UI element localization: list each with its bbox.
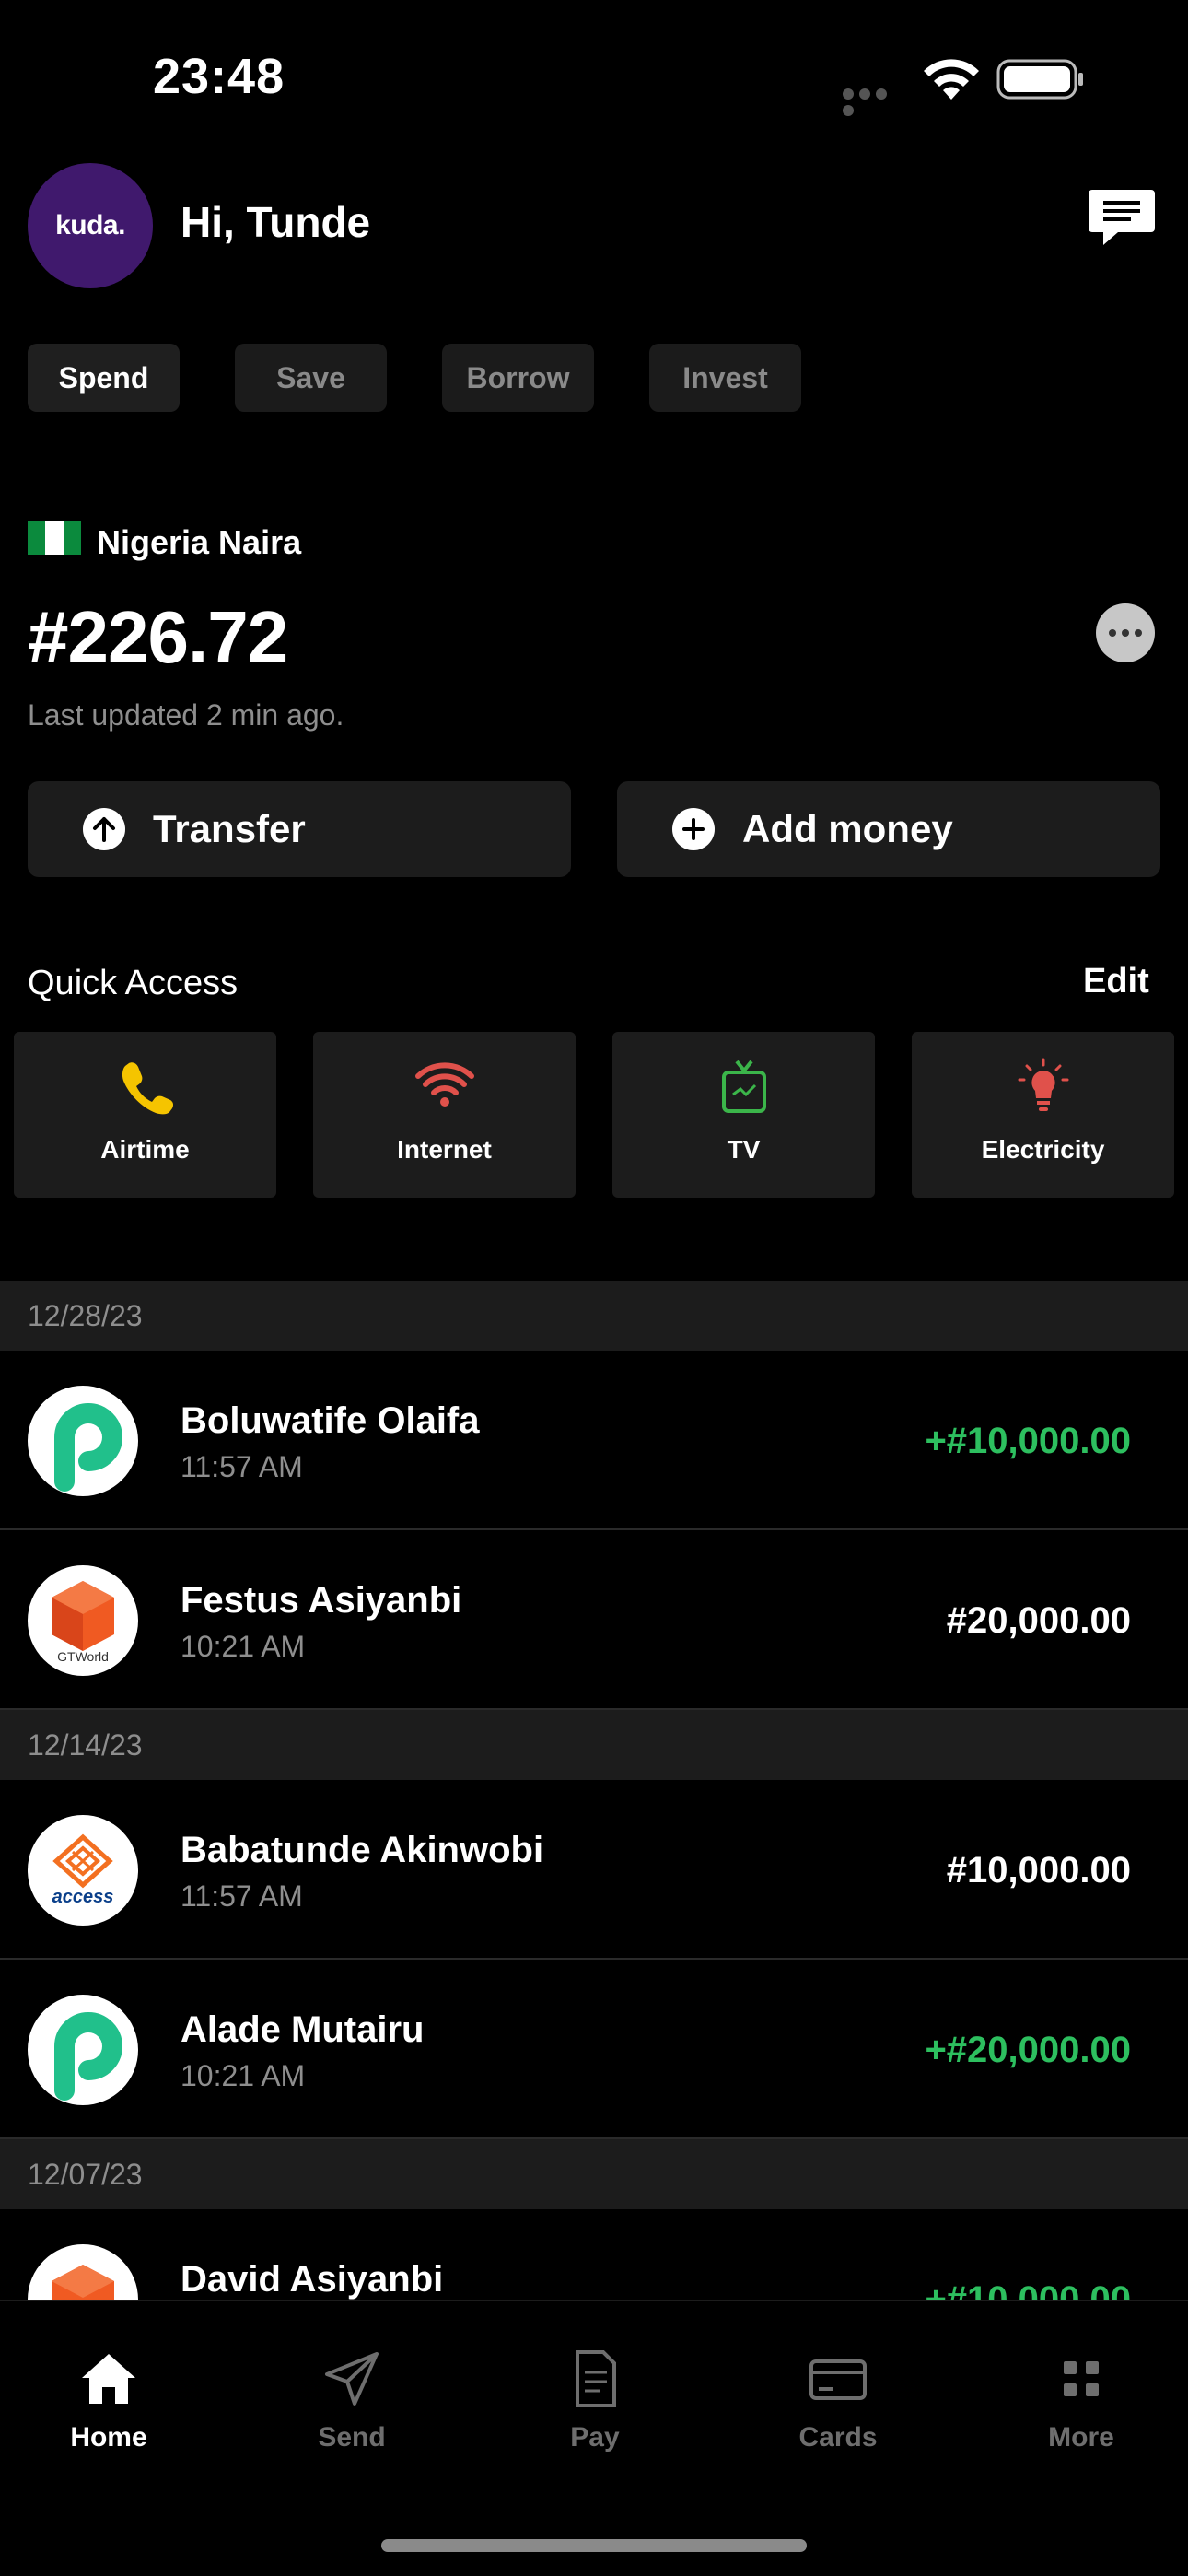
status-time: 23:48 <box>153 49 285 104</box>
transaction-name: Festus Asiyanbi <box>181 1580 462 1621</box>
tab-borrow[interactable]: Borrow <box>442 344 594 412</box>
send-icon <box>325 2352 379 2406</box>
nigeria-flag-icon <box>28 521 81 555</box>
access-logo: access <box>28 1815 138 1926</box>
transaction-name: Babatunde Akinwobi <box>181 1830 544 1870</box>
kuda-logo-text: kuda. <box>55 210 125 240</box>
more-options-icon[interactable] <box>1096 603 1155 662</box>
nav-home[interactable]: Home <box>17 2347 201 2453</box>
palmpay-logo <box>28 1386 138 1496</box>
kuda-logo-avatar[interactable]: kuda. <box>28 163 153 288</box>
currency-name: Nigeria Naira <box>97 523 302 561</box>
transaction-name: David Asiyanbi <box>181 2259 444 2300</box>
transaction-row[interactable]: Boluwatife Olaifa 11:57 AM +#10,000.00 <box>0 1351 1188 1530</box>
wifi-icon <box>414 1062 474 1107</box>
transaction-amount: +#10,000.00 <box>925 1421 1131 1461</box>
transaction-amount: +#20,000.00 <box>925 2030 1131 2070</box>
transaction-time: 11:57 AM <box>181 1879 303 1913</box>
tv-icon <box>721 1060 766 1113</box>
transaction-date-header: 12/14/23 <box>0 1710 1188 1780</box>
transaction-name: Alade Mutairu <box>181 2009 425 2050</box>
quick-access-airtime[interactable]: Airtime <box>14 1032 276 1198</box>
nav-more[interactable]: More <box>989 2347 1173 2453</box>
bulb-icon <box>1018 1058 1068 1111</box>
nav-label: Pay <box>570 2422 620 2453</box>
receipt-icon <box>576 2350 616 2407</box>
nav-label: Cards <box>798 2422 878 2453</box>
transaction-time: 10:21 AM <box>181 1630 306 1663</box>
nav-pay[interactable]: Pay <box>503 2347 687 2453</box>
tab-invest[interactable]: Invest <box>649 344 801 412</box>
quick-access-label: Electricity <box>981 1135 1105 1164</box>
palmpay-logo <box>28 1995 138 2105</box>
transaction-date-header: 12/28/23 <box>0 1281 1188 1351</box>
nav-cards[interactable]: Cards <box>746 2347 930 2453</box>
nav-label: Send <box>318 2422 386 2453</box>
transaction-name: Boluwatife Olaifa <box>181 1400 480 1441</box>
transaction-date: 12/28/23 <box>28 1299 143 1332</box>
access-logo-caption: access <box>52 1886 114 1907</box>
tab-spend[interactable]: Spend <box>28 344 180 412</box>
chat-icon[interactable] <box>1087 186 1157 251</box>
nav-send[interactable]: Send <box>260 2347 444 2453</box>
transaction-time: 10:21 AM <box>181 2059 306 2092</box>
card-icon <box>809 2359 867 2400</box>
gtworld-logo-caption: GTWorld <box>57 1649 109 1664</box>
tab-save[interactable]: Save <box>235 344 387 412</box>
quick-access-electricity[interactable]: Electricity <box>912 1032 1174 1198</box>
transaction-row[interactable]: Alade Mutairu 10:21 AM +#20,000.00 <box>0 1960 1188 2139</box>
quick-access-title: Quick Access <box>28 964 239 1002</box>
account-balance: #226.72 <box>28 596 288 678</box>
nav-label: More <box>1048 2422 1114 2453</box>
plus-icon <box>672 808 715 850</box>
transaction-amount: #20,000.00 <box>946 1600 1131 1641</box>
quick-access-edit-button[interactable]: Edit <box>1083 962 1149 1001</box>
account-tabs: Spend Save Borrow Invest <box>28 344 801 412</box>
transaction-row[interactable]: access Babatunde Akinwobi 11:57 AM #10,0… <box>0 1780 1188 1960</box>
phone-icon <box>122 1062 173 1115</box>
battery-icon <box>996 59 1083 100</box>
grid-icon <box>1064 2361 1099 2396</box>
last-updated: Last updated 2 min ago. <box>28 698 344 732</box>
transaction-date: 12/14/23 <box>28 1728 143 1762</box>
greeting: Hi, Tunde <box>181 198 371 246</box>
transaction-amount: #10,000.00 <box>946 1850 1131 1891</box>
transaction-date-header: 12/07/23 <box>0 2139 1188 2209</box>
quick-access-label: Internet <box>397 1135 492 1164</box>
quick-access-label: TV <box>727 1135 761 1164</box>
home-icon <box>82 2354 135 2404</box>
cellular-signal-icon <box>843 88 905 116</box>
bottom-navigation: Home Send Pay Cards More <box>0 2300 1188 2576</box>
arrow-up-icon <box>83 808 125 850</box>
quick-access-tv[interactable]: TV <box>612 1032 875 1198</box>
transfer-button[interactable]: Transfer <box>28 781 571 877</box>
wifi-icon <box>924 59 979 100</box>
add-money-label: Add money <box>742 807 953 850</box>
transfer-label: Transfer <box>153 807 306 850</box>
quick-access-internet[interactable]: Internet <box>313 1032 576 1198</box>
nav-label: Home <box>70 2422 147 2453</box>
transaction-time: 11:57 AM <box>181 1450 303 1483</box>
home-indicator <box>381 2539 807 2552</box>
quick-access-label: Airtime <box>100 1135 190 1164</box>
add-money-button[interactable]: Add money <box>617 781 1160 877</box>
gtworld-logo: GTWorld <box>28 1565 138 1676</box>
transaction-row[interactable]: GTWorld Festus Asiyanbi 10:21 AM #20,000… <box>0 1530 1188 1710</box>
transaction-date: 12/07/23 <box>28 2158 143 2191</box>
